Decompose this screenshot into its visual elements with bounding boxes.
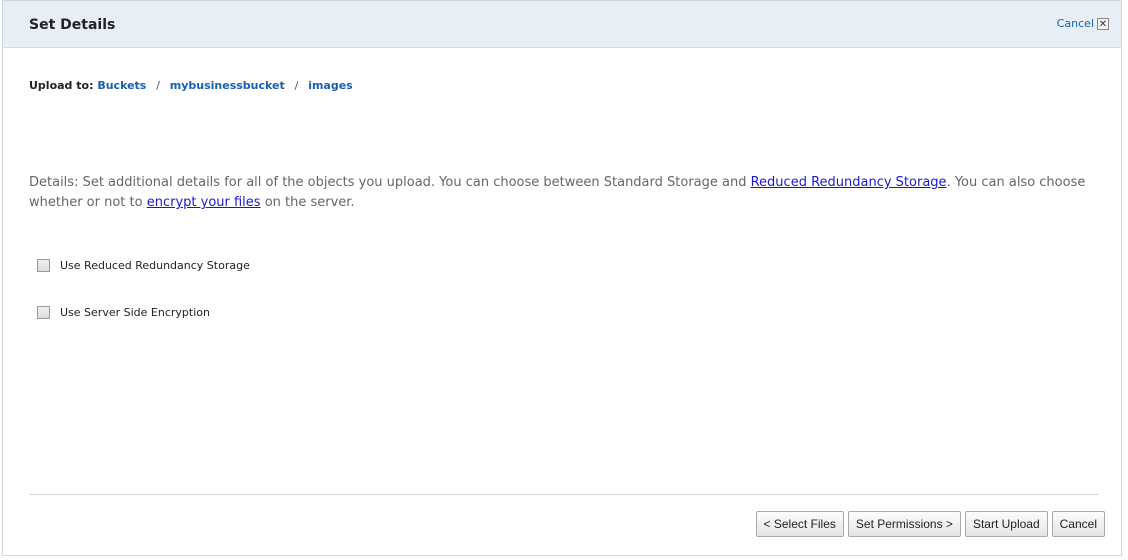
details-description: Details: Set additional details for all … — [29, 173, 1089, 213]
reduced-redundancy-link[interactable]: Reduced Redundancy Storage — [751, 175, 947, 190]
header-cancel-link[interactable]: Cancel — [1057, 17, 1094, 30]
breadcrumb-item-images[interactable]: images — [308, 79, 353, 92]
cancel-button[interactable]: Cancel — [1051, 511, 1105, 537]
start-upload-button[interactable]: Start Upload — [964, 511, 1048, 537]
close-icon[interactable]: ✕ — [1097, 17, 1109, 30]
reduced-redundancy-label: Use Reduced Redundancy Storage — [60, 259, 250, 272]
reduced-redundancy-checkbox[interactable] — [37, 259, 50, 272]
select-files-button[interactable]: < Select Files — [755, 511, 844, 537]
breadcrumb-item-buckets[interactable]: Buckets — [97, 79, 146, 92]
breadcrumb-item-bucket[interactable]: mybusinessbucket — [170, 79, 285, 92]
footer-buttons: < Select Files Set Permissions > Start U… — [755, 511, 1105, 537]
breadcrumb-separator: / — [156, 79, 160, 92]
footer-divider — [29, 494, 1099, 495]
reduced-redundancy-option: Use Reduced Redundancy Storage — [37, 259, 250, 272]
set-details-dialog: Set Details Cancel ✕ Upload to: Buckets … — [2, 0, 1122, 556]
details-text-1: Details: Set additional details for all … — [29, 175, 751, 190]
server-side-encryption-label: Use Server Side Encryption — [60, 306, 210, 319]
details-text-3: on the server. — [260, 195, 355, 210]
dialog-header: Set Details Cancel ✕ — [3, 1, 1121, 48]
server-side-encryption-option: Use Server Side Encryption — [37, 306, 210, 319]
set-permissions-button[interactable]: Set Permissions > — [847, 511, 961, 537]
breadcrumb: Upload to: Buckets / mybusinessbucket / … — [29, 79, 353, 92]
encrypt-files-link[interactable]: encrypt your files — [147, 195, 261, 210]
breadcrumb-separator: / — [294, 79, 299, 92]
dialog-title: Set Details — [29, 17, 116, 33]
breadcrumb-prefix: Upload to: — [29, 79, 94, 92]
header-cancel: Cancel ✕ — [1057, 17, 1109, 30]
server-side-encryption-checkbox[interactable] — [37, 306, 50, 319]
